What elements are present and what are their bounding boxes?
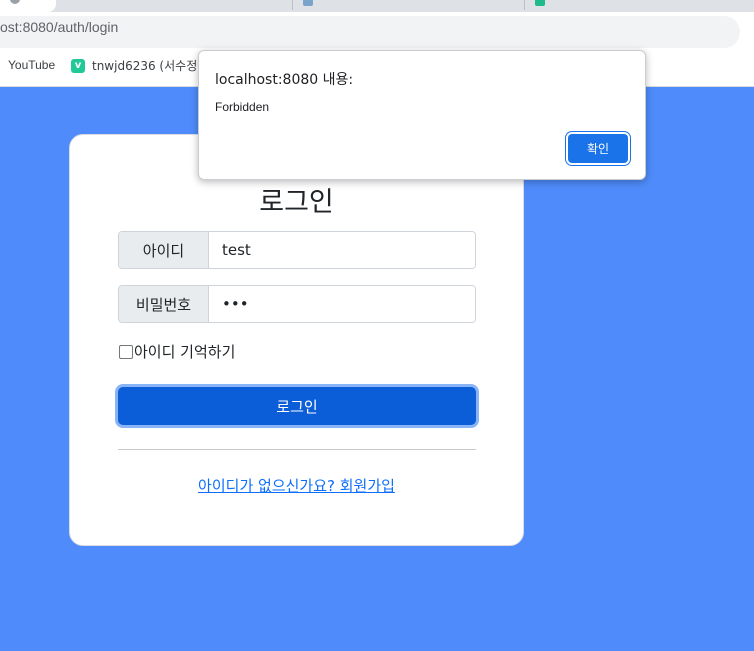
tab-second[interactable] [292, 0, 525, 10]
password-input-group: 비밀번호 [118, 285, 476, 323]
signup-link[interactable]: 아이디가 없으신가요? 회원가입 [70, 475, 523, 496]
alert-dialog: localhost:8080 내용: Forbidden 확인 [198, 50, 646, 180]
tab-third[interactable] [524, 0, 754, 10]
url-text[interactable]: ost:8080/auth/login [0, 19, 118, 35]
bookmark-youtube[interactable]: YouTube [8, 58, 55, 72]
password-input[interactable] [209, 286, 475, 322]
login-button[interactable]: 로그인 [118, 387, 476, 425]
bookmark-label: tnwjd6236 (서수정) [92, 59, 202, 73]
login-title: 로그인 [259, 187, 334, 218]
tab-favicon-icon [535, 0, 545, 6]
bookmark-velog[interactable]: v tnwjd6236 (서수정) [71, 57, 202, 74]
remember-checkbox[interactable] [119, 344, 133, 359]
dialog-title: localhost:8080 내용: [215, 72, 354, 88]
tab-active[interactable] [0, 0, 56, 12]
remember-label: 아이디 기억하기 [134, 343, 236, 361]
dialog-ok-button[interactable]: 확인 [568, 134, 628, 163]
tab-favicon-icon [10, 0, 20, 4]
tab-favicon-icon [303, 0, 313, 6]
id-input-group: 아이디 [118, 231, 476, 269]
login-card: 로그인 아이디 비밀번호 아이디 기억하기 로그인 아이디가 없으신가요? 회원… [69, 134, 524, 546]
tab-strip [0, 0, 754, 12]
velog-icon: v [71, 58, 85, 73]
id-label: 아이디 [119, 232, 209, 268]
dialog-message: Forbidden [215, 100, 270, 114]
remember-id[interactable]: 아이디 기억하기 [118, 341, 235, 362]
id-input[interactable] [209, 232, 475, 268]
password-label: 비밀번호 [119, 286, 209, 322]
divider [118, 449, 476, 450]
